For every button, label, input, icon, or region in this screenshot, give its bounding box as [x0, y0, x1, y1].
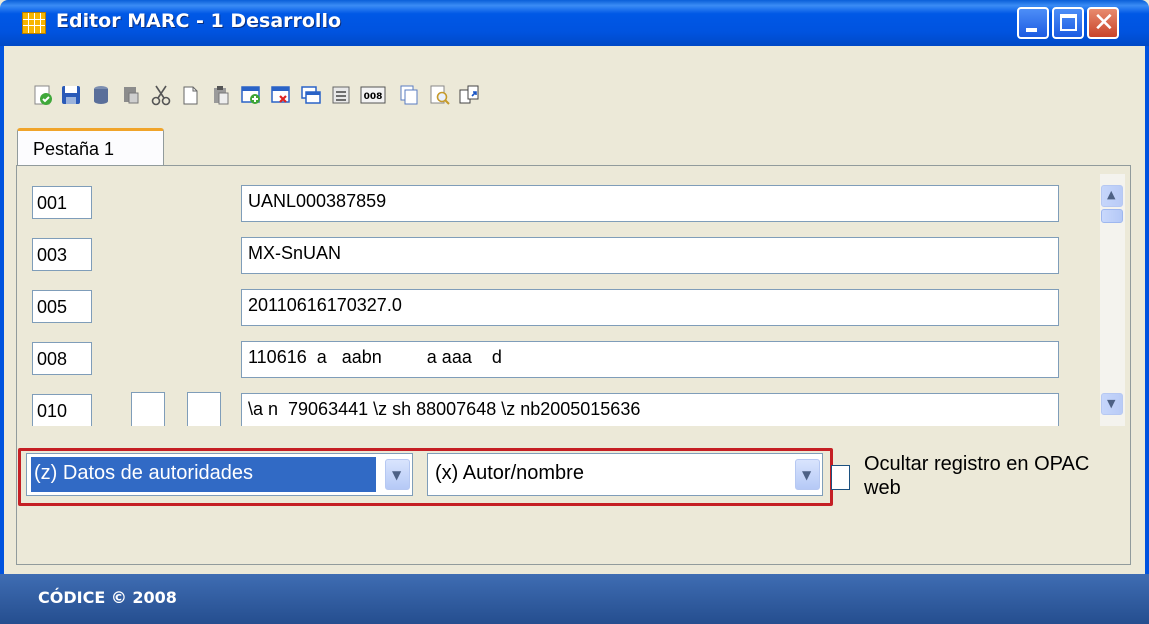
stamp-icon[interactable]: [120, 84, 142, 106]
scroll-down-button[interactable]: ▼: [1101, 393, 1123, 415]
field-tag[interactable]: 008: [32, 342, 92, 375]
tab-pestana-1[interactable]: Pestaña 1: [17, 128, 164, 166]
maximize-button[interactable]: [1052, 7, 1084, 39]
field-value[interactable]: 20110616170327.0: [241, 289, 1059, 326]
marc-editor-window: Editor MARC - 1 Desarrollo ✕ 008 Pestaña…: [0, 0, 1149, 624]
window-frame-left: [0, 46, 4, 624]
close-button[interactable]: ✕: [1087, 7, 1119, 39]
field-value[interactable]: \a n 79063441 \z sh 88007648 \z nb200501…: [241, 393, 1059, 426]
field-008-icon[interactable]: 008: [360, 84, 386, 106]
field-value[interactable]: MX-SnUAN: [241, 237, 1059, 274]
delete-field-icon[interactable]: [270, 84, 292, 106]
minimize-button[interactable]: [1017, 7, 1049, 39]
marc-fields-list: 001 UANL000387859 003 MX-SnUAN 005 20110…: [25, 174, 1120, 426]
field-tag[interactable]: 005: [32, 290, 92, 323]
indicator-2-input[interactable]: [187, 392, 221, 426]
duplicate-field-icon[interactable]: [300, 84, 322, 106]
field-list-icon[interactable]: [330, 84, 352, 106]
indicator-1-input[interactable]: [131, 392, 165, 426]
validate-icon[interactable]: [32, 84, 54, 106]
maximize-icon: [1060, 14, 1077, 31]
authority-type-value: (z) Datos de autoridades: [31, 457, 376, 492]
field-row: 005 20110616170327.0: [25, 278, 1120, 326]
hide-opac-checkbox[interactable]: [831, 465, 850, 490]
window-title: Editor MARC - 1 Desarrollo: [56, 10, 342, 32]
field-tag[interactable]: 010: [32, 394, 92, 426]
scroll-up-button[interactable]: ▲: [1101, 185, 1123, 207]
copy-record-icon[interactable]: [398, 84, 420, 106]
hide-opac-label: Ocultar registro en OPAC web: [864, 453, 1090, 499]
minimize-icon: [1026, 28, 1037, 32]
field-type-select[interactable]: (x) Autor/nombre ▼: [427, 453, 823, 496]
copy-icon[interactable]: [180, 84, 202, 106]
close-icon: ✕: [1093, 8, 1115, 38]
chevron-down-icon: ▼: [802, 468, 812, 482]
field-type-value: (x) Autor/nombre: [435, 462, 584, 484]
field-tag[interactable]: 001: [32, 186, 92, 219]
tab-label: Pestaña 1: [33, 139, 115, 159]
preview-icon[interactable]: [428, 84, 450, 106]
fields-scrollbar[interactable]: ▲ ▼: [1100, 174, 1125, 426]
authority-type-select[interactable]: (z) Datos de autoridades ▼: [26, 453, 413, 496]
field-value[interactable]: 110616 a aabn a aaa d: [241, 341, 1059, 378]
authority-type-dropdown-button[interactable]: ▼: [385, 459, 410, 490]
app-grid-icon: [22, 12, 46, 34]
database-icon[interactable]: [90, 84, 112, 106]
chevron-up-icon: ▲: [1107, 188, 1116, 201]
footer-bar: CÓDICE © 2008: [0, 574, 1149, 624]
chevron-down-icon: ▼: [1107, 397, 1116, 410]
title-bar[interactable]: Editor MARC - 1 Desarrollo ✕: [0, 0, 1149, 46]
field-008-label: 008: [364, 92, 383, 102]
field-type-dropdown-button[interactable]: ▼: [795, 459, 820, 490]
field-row: 008 110616 a aabn a aaa d: [25, 330, 1120, 378]
chevron-down-icon: ▼: [392, 468, 402, 482]
field-row: 001 UANL000387859: [25, 174, 1120, 222]
paste-icon[interactable]: [210, 84, 232, 106]
field-value[interactable]: UANL000387859: [241, 185, 1059, 222]
field-tag[interactable]: 003: [32, 238, 92, 271]
cut-icon[interactable]: [150, 84, 172, 106]
export-icon[interactable]: [458, 84, 480, 106]
window-frame-right: [1145, 46, 1149, 624]
field-row: 003 MX-SnUAN: [25, 226, 1120, 274]
save-icon[interactable]: [60, 84, 82, 106]
scrollbar-thumb[interactable]: [1101, 209, 1123, 223]
field-row: 010 \a n 79063441 \z sh 88007648 \z nb20…: [25, 382, 1120, 426]
add-field-icon[interactable]: [240, 84, 262, 106]
copyright-text: CÓDICE © 2008: [38, 588, 177, 607]
